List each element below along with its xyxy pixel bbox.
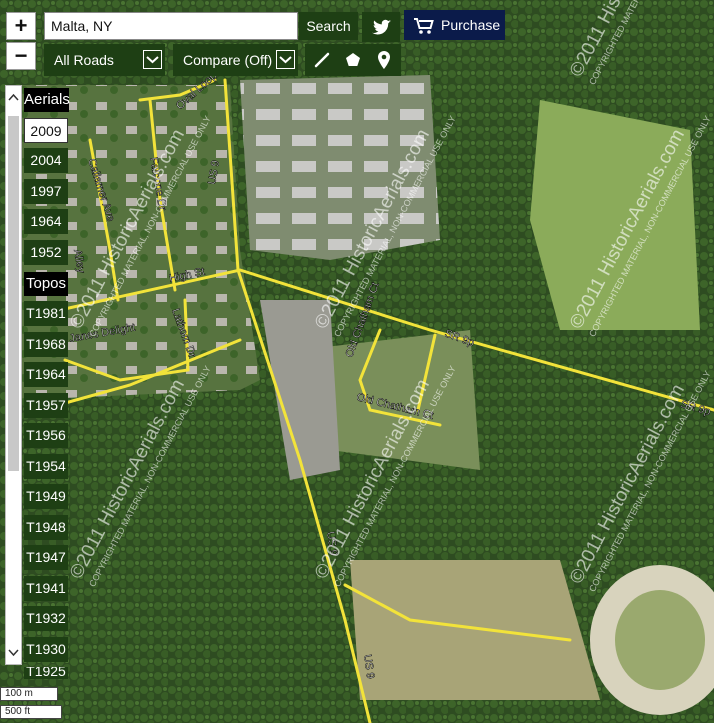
year-button-aerial-1997[interactable]: 1997 (24, 179, 68, 204)
year-button-topo[interactable]: T1947 (24, 545, 68, 570)
year-button-topo[interactable]: T1930 (24, 637, 68, 662)
search-button[interactable]: Search (299, 12, 358, 40)
polygon-icon[interactable] (344, 51, 362, 69)
year-button-aerial-1952[interactable]: 1952 (24, 240, 68, 265)
twitter-icon (372, 19, 391, 35)
draw-tools (305, 44, 401, 76)
scrollbar-thumb[interactable] (8, 116, 19, 471)
scale-bar-imperial: 500 ft (0, 705, 62, 719)
year-button-aerial-2009[interactable]: 2009 (24, 118, 68, 143)
chevron-down-icon[interactable] (7, 648, 20, 658)
aerial-map[interactable]: Oval Loop Callamer Ave Falcone Dr US 9 H… (0, 0, 714, 723)
purchase-label: Purchase (441, 17, 501, 33)
year-button-topo[interactable]: T1954 (24, 454, 68, 479)
year-button-topo[interactable]: T1957 (24, 393, 68, 418)
chevron-up-icon[interactable] (7, 92, 20, 102)
year-panel-scrollbar[interactable] (5, 85, 22, 665)
measure-line-icon[interactable] (313, 51, 331, 69)
year-button-topo[interactable]: T1932 (24, 606, 68, 631)
twitter-button[interactable] (362, 12, 400, 42)
topos-header: Topos (24, 272, 68, 296)
cart-icon (414, 18, 434, 34)
compare-select[interactable]: Compare (Off) (173, 44, 298, 76)
year-button-topo[interactable]: T1948 (24, 515, 68, 540)
compare-select-value: Compare (Off) (183, 52, 273, 68)
year-button-aerial-2004[interactable]: 2004 (24, 148, 68, 173)
chevron-down-icon (143, 50, 162, 69)
racetrack-infield (615, 590, 705, 690)
scale-bar-metric: 100 m (0, 687, 58, 701)
zoom-in-button[interactable]: + (6, 12, 36, 40)
purchase-button[interactable]: Purchase (404, 10, 505, 40)
clearing-south (350, 560, 600, 700)
year-button-topo[interactable]: T1968 (24, 332, 68, 357)
year-button-topo[interactable]: T1941 (24, 576, 68, 601)
map-pin-icon[interactable] (376, 50, 392, 70)
year-button-topo[interactable]: T1981 (24, 301, 68, 326)
year-button-topo[interactable]: T1949 (24, 484, 68, 509)
year-button-topo[interactable]: T1956 (24, 423, 68, 448)
roads-select[interactable]: All Roads (44, 44, 165, 76)
year-button-aerial-1964[interactable]: 1964 (24, 209, 68, 234)
year-button-topo[interactable]: T1925 (24, 667, 68, 679)
roads-select-value: All Roads (54, 52, 114, 68)
chevron-down-icon (276, 50, 295, 69)
aerials-header: Aerials (24, 88, 70, 112)
zoom-out-button[interactable]: − (6, 42, 36, 70)
search-input[interactable] (44, 12, 298, 40)
year-button-topo[interactable]: T1964 (24, 362, 68, 387)
